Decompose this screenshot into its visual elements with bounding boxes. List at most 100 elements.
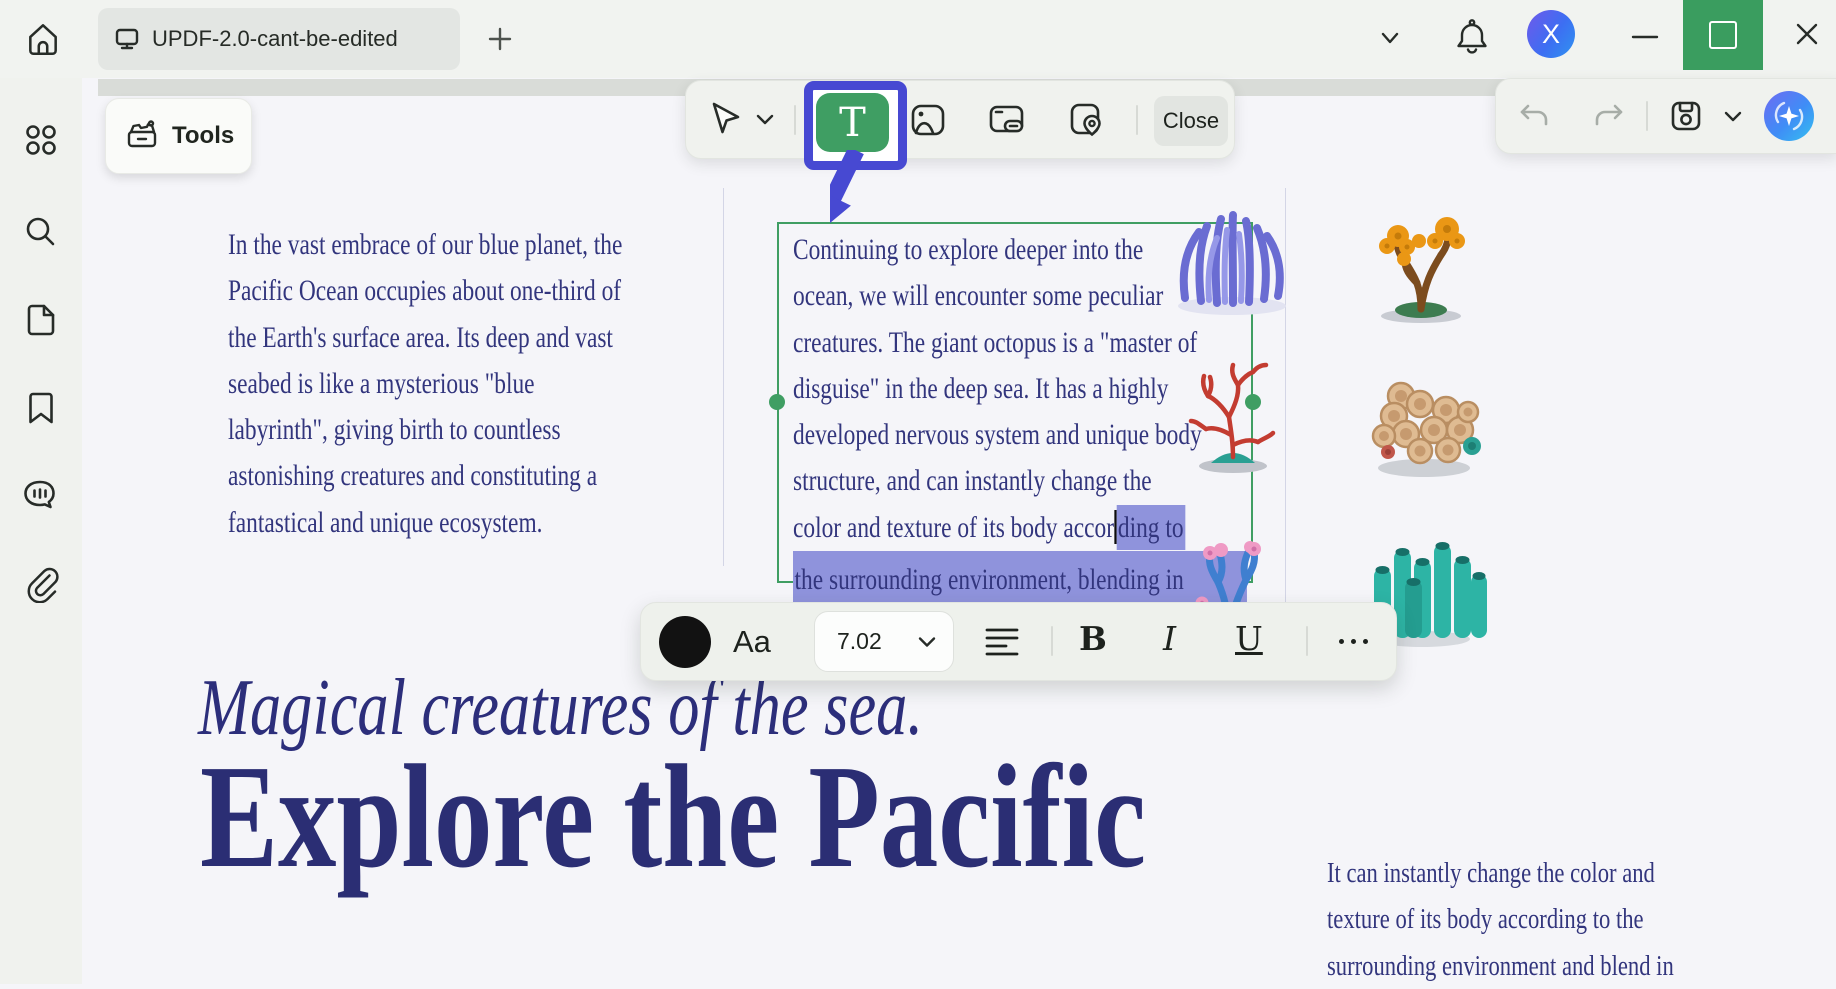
more-options-button[interactable] — [1339, 639, 1368, 644]
cursor-icon — [704, 100, 742, 140]
undo-button[interactable] — [1518, 101, 1550, 131]
red-coral-image — [1163, 345, 1303, 475]
minimize-button[interactable] — [1628, 25, 1662, 49]
link-tool-icon — [986, 100, 1028, 140]
toolbar-divider — [1051, 626, 1053, 656]
text-line: Pacific Ocean occupies about one-third o… — [228, 268, 622, 314]
align-icon — [984, 624, 1020, 660]
redo-icon — [1593, 101, 1625, 131]
comment-icon — [21, 477, 61, 515]
document-title: Explore the Pacific — [200, 740, 1146, 895]
text-format-popup: Aa 7.02 B I U — [640, 602, 1397, 681]
text-line: In the vast embrace of our blue planet, … — [228, 222, 622, 268]
sidebar-item-search[interactable] — [20, 211, 62, 253]
undo-icon — [1518, 101, 1550, 131]
font-style-label: Aa — [733, 624, 771, 660]
home-icon — [24, 20, 62, 58]
text-segment: color and texture of its body accor — [793, 511, 1114, 544]
underline-button[interactable]: U — [1235, 619, 1263, 658]
chevron-down-icon — [1722, 109, 1744, 125]
bookmark-icon — [24, 389, 58, 427]
toolbar-divider — [1306, 626, 1308, 656]
bell-icon — [1454, 18, 1490, 58]
image-tool-button[interactable] — [908, 100, 948, 140]
plus-icon — [485, 24, 515, 54]
text-line: the Earth's surface area. Its deep and v… — [228, 315, 622, 361]
toolbar-divider — [794, 105, 796, 135]
text-line: fantastical and unique ecosystem. — [228, 500, 622, 546]
resize-handle-left[interactable] — [769, 394, 785, 410]
anemone-image — [1157, 186, 1307, 318]
bold-button[interactable]: B — [1079, 619, 1107, 658]
toolbar-divider — [1136, 105, 1138, 135]
grid-icon — [22, 121, 60, 159]
save-options-chevron[interactable] — [1722, 109, 1744, 125]
new-tab-button[interactable] — [485, 24, 515, 54]
edit-mode-toolbar: T Close — [685, 80, 1235, 159]
select-tool-button[interactable] — [704, 100, 742, 140]
save-button[interactable] — [1668, 98, 1704, 134]
close-window-button[interactable] — [1792, 19, 1822, 49]
sidebar-item-pages[interactable] — [20, 299, 62, 341]
chevron-down-icon — [917, 635, 937, 649]
text-line: seabed is like a mysterious "blue — [228, 361, 622, 407]
font-size-select[interactable]: 7.02 — [814, 611, 954, 672]
close-edit-label: Close — [1163, 108, 1219, 134]
avatar-initial: X — [1542, 19, 1560, 50]
tools-label: Tools — [172, 122, 234, 150]
column-divider — [723, 188, 724, 566]
select-tool-chevron[interactable] — [754, 112, 776, 128]
sidebar-item-attachments[interactable] — [20, 563, 62, 605]
font-style-button[interactable]: Aa — [733, 603, 771, 680]
maximize-icon — [1709, 21, 1737, 49]
link-tool-button[interactable] — [986, 100, 1028, 140]
sidebar-item-comments[interactable] — [20, 475, 62, 517]
page-icon — [23, 301, 59, 339]
ai-icon — [1772, 99, 1806, 133]
minimize-icon — [1630, 33, 1660, 41]
document-tab[interactable]: UPDF-2.0-cant-be-edited — [98, 8, 460, 70]
redo-button[interactable] — [1593, 101, 1625, 131]
save-toolbar — [1495, 78, 1836, 154]
sidebar-item-bookmarks[interactable] — [20, 387, 62, 429]
text-line: It can instantly change the color and — [1327, 850, 1674, 896]
orange-coral-image — [1345, 183, 1495, 323]
notifications-button[interactable] — [1454, 18, 1490, 58]
toolbar-divider — [1646, 101, 1648, 131]
tools-button[interactable]: Tools — [105, 98, 252, 174]
tab-title: UPDF-2.0-cant-be-edited — [152, 26, 398, 52]
location-tool-button[interactable] — [1066, 100, 1106, 140]
image-tool-icon — [908, 100, 948, 140]
attachment-icon — [22, 565, 60, 603]
maximize-button[interactable] — [1683, 0, 1763, 70]
italic-button[interactable]: I — [1163, 619, 1176, 658]
home-button[interactable] — [24, 20, 62, 58]
chevron-down-icon — [754, 112, 776, 128]
display-icon — [114, 26, 140, 52]
sidebar-item-menu[interactable] — [20, 119, 62, 161]
title-bar: UPDF-2.0-cant-be-edited X — [0, 0, 1836, 78]
align-button[interactable] — [984, 624, 1020, 660]
text-line: astonishing creatures and constituting a — [228, 453, 622, 499]
window-menu-chevron[interactable] — [1377, 26, 1403, 50]
font-size-value: 7.02 — [837, 628, 882, 655]
ai-assistant-button[interactable] — [1764, 91, 1814, 141]
font-color-swatch[interactable] — [659, 616, 711, 668]
account-avatar[interactable]: X — [1527, 10, 1575, 58]
save-icon — [1668, 98, 1704, 134]
search-icon — [22, 213, 60, 251]
arrow-annotation — [830, 150, 925, 255]
close-edit-button[interactable]: Close — [1154, 96, 1228, 146]
text-tool-icon: T — [816, 93, 889, 152]
chevron-down-icon — [1377, 26, 1403, 50]
more-icon — [1339, 639, 1344, 644]
right-paragraph: It can instantly change the color and te… — [1327, 850, 1674, 989]
cup-coral-image — [1346, 346, 1496, 478]
location-tool-icon — [1066, 100, 1106, 140]
toolbox-icon — [124, 118, 160, 154]
text-line: surrounding environment and blend in — [1327, 943, 1674, 989]
text-line: labyrinth", giving birth to countless — [228, 407, 622, 453]
text-line: texture of its body according to the — [1327, 896, 1674, 942]
close-icon — [1792, 19, 1822, 49]
left-paragraph: In the vast embrace of our blue planet, … — [228, 222, 622, 546]
